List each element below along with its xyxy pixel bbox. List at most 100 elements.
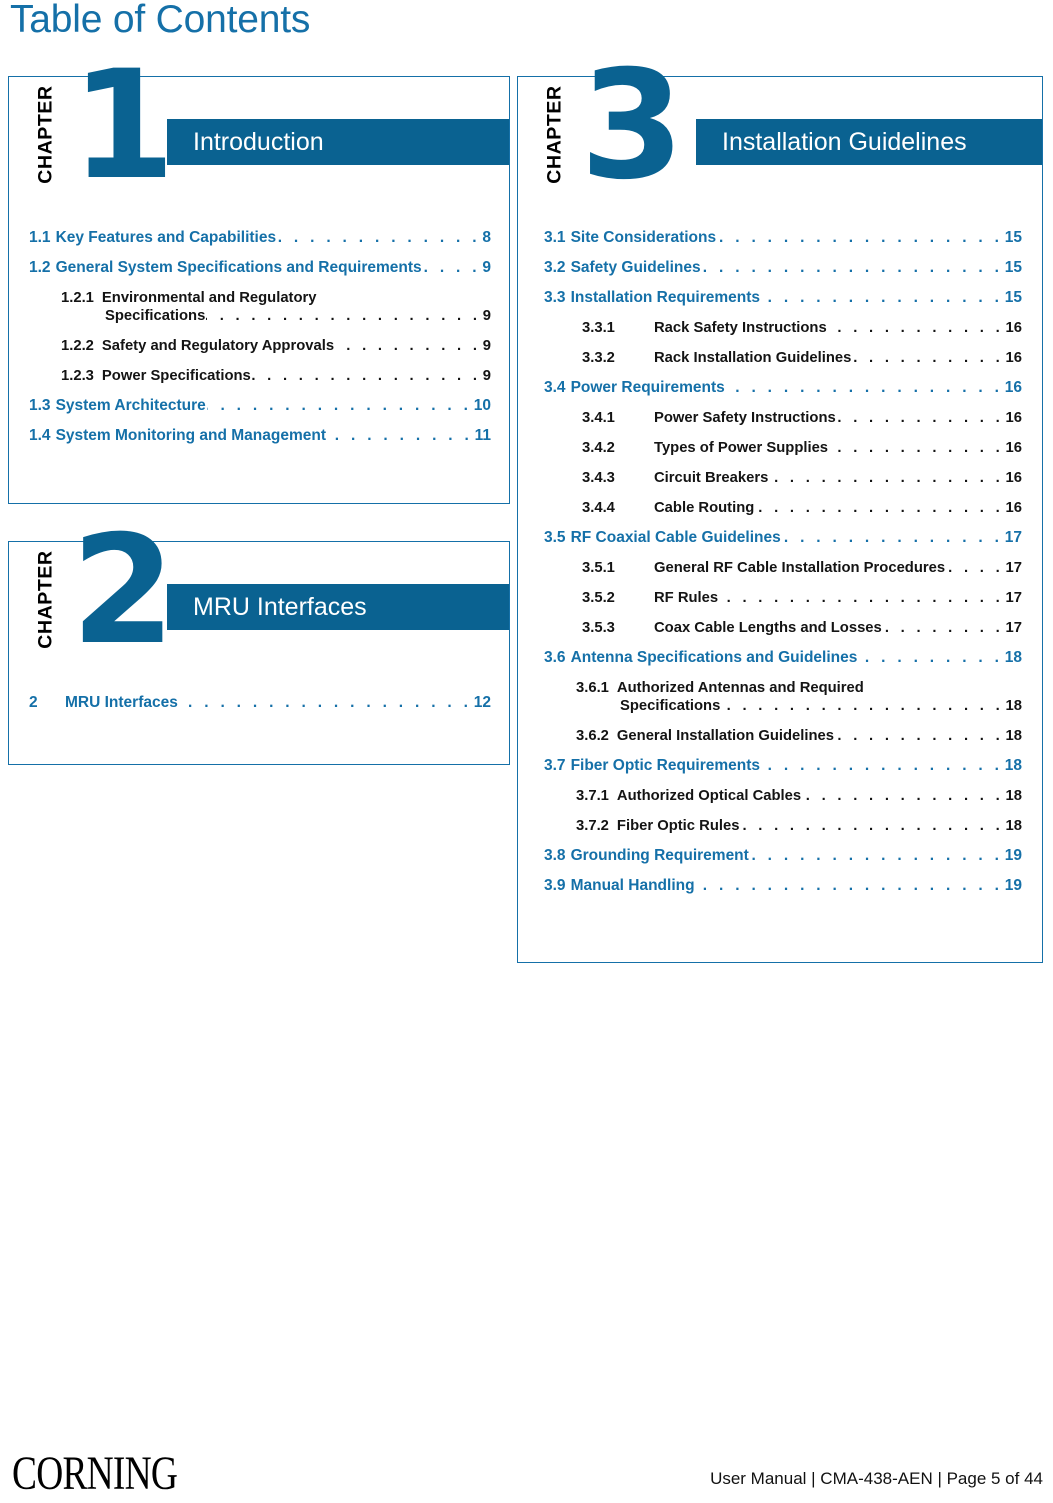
toc-entry-page: 11 [474, 427, 491, 444]
toc-dot-leader [206, 307, 480, 325]
toc-dot-leader [782, 529, 1003, 547]
footer-meta: User Manual | CMA-438-AEN | Page 5 of 44 [710, 1469, 1043, 1488]
toc-entry[interactable]: 3.3.2 Rack Installation Guidelines 16 [544, 349, 1022, 367]
toc-entry-page: 18 [1004, 649, 1022, 666]
toc-entry[interactable]: 3.9Manual Handling 19 [544, 877, 1022, 895]
toc-entry-page: 10 [473, 397, 491, 414]
toc-entry-page: 15 [1004, 289, 1022, 306]
toc-entry-title: Authorized Antennas and Required [616, 680, 864, 696]
page-title: Table of Contents [10, 0, 311, 41]
toc-entry-title: Environmental and Regulatory [101, 290, 317, 306]
toc-entry-number: 3.5.3 [582, 620, 615, 636]
toc-entry-number: 1.2.3 [61, 368, 94, 384]
toc-list-chapter-1: 1.1Key Features and Capabilities 8 1.2Gene… [9, 229, 509, 457]
toc-entry-title: MRU Interfaces [65, 694, 178, 711]
toc-entry[interactable]: 3.5RF Coaxial Cable Guidelines 17 [544, 529, 1022, 547]
toc-dot-leader [726, 379, 1003, 397]
toc-entry-number: 3.9 [544, 877, 566, 894]
toc-entry[interactable]: 3.3Installation Requirements 15 [544, 289, 1022, 307]
toc-entry[interactable]: 3.4Power Requirements 16 [544, 379, 1022, 397]
chapter-label-3: CHAPTER [543, 85, 566, 184]
toc-entry[interactable]: 1.2 General System Specifications and Req… [29, 259, 491, 277]
toc-entry-number: 3.4.1 [582, 410, 615, 426]
toc-dot-leader [702, 259, 1003, 277]
toc-entry-number: 3.1 [544, 229, 566, 246]
toc-entry-number: 1.2 [29, 259, 51, 276]
toc-entry-number: 3.3 [544, 289, 566, 306]
toc-entry[interactable]: 1.2.2 Safety and Regulatory Approvals 9 [29, 337, 491, 355]
toc-entry-number: 3.8 [544, 847, 566, 864]
toc-entry[interactable]: 3.7Fiber Optic Requirements 18 [544, 757, 1022, 775]
chapter-header-2: CHAPTER 2 MRU Interfaces [9, 516, 509, 688]
toc-entry-title: Rack Installation Guidelines [654, 350, 852, 366]
toc-entry-title: Authorized Optical Cables [616, 788, 802, 804]
toc-dot-leader [769, 469, 1003, 487]
toc-entry[interactable]: 3.3.1 Rack Safety Instructions 16 [544, 319, 1022, 337]
toc-dot-leader [837, 409, 1004, 427]
toc-entry-title: System Architecture [55, 397, 206, 414]
toc-entry-title: RF Coaxial Cable Guidelines [570, 529, 781, 546]
toc-entry[interactable]: 1.2.1 Environmental and Regulatory Specifi… [29, 289, 491, 325]
toc-entry-page: 18 [1004, 757, 1022, 774]
chapter-title-banner-1: Introduction [167, 119, 509, 165]
toc-entry-page: 12 [473, 694, 491, 711]
toc-entry[interactable]: 3.1Site Considerations 15 [544, 229, 1022, 247]
chapter-label-1: CHAPTER [34, 85, 57, 184]
toc-entry[interactable]: 3.7.1 Authorized Optical Cables 18 [544, 787, 1022, 805]
toc-entry-title: Fiber Optic Rules [616, 818, 740, 834]
toc-entry[interactable]: 3.5.1 General RF Cable Installation Proce… [544, 559, 1022, 577]
toc-entry-title: Circuit Breakers [654, 470, 769, 486]
chapter-title-banner-2: MRU Interfaces [167, 584, 509, 630]
toc-entry-page: 19 [1004, 847, 1022, 864]
toc-entry-number: 1.2.1 [61, 290, 94, 306]
toc-entry[interactable]: 3.6.1 Authorized Antennas and Required Spe… [544, 679, 1022, 715]
toc-entry-title: Power Specifications [101, 368, 251, 384]
toc-entry-line: 1.2.1 Environmental and Regulatory [61, 289, 491, 307]
toc-entry[interactable]: 3.5.3 Coax Cable Lengths and Losses 17 [544, 619, 1022, 637]
toc-entry-page: 15 [1004, 229, 1022, 246]
toc-entry-page: 17 [1005, 620, 1022, 636]
toc-entry[interactable]: 1.1Key Features and Capabilities 8 [29, 229, 491, 247]
toc-entry[interactable]: 3.5.2 RF Rules 17 [544, 589, 1022, 607]
toc-entry-page: 17 [1005, 590, 1022, 606]
toc-entry-page: 16 [1005, 320, 1022, 336]
toc-entry-title: System Monitoring and Management [55, 427, 326, 444]
toc-dot-leader [828, 319, 1004, 337]
toc-entry[interactable]: 3.2Safety Guidelines 15 [544, 259, 1022, 277]
toc-entry-number: 3.4 [544, 379, 566, 396]
toc-entry[interactable]: 1.2.3 Power Specifications 9 [29, 367, 491, 385]
toc-entry-number: 1.4 [29, 427, 51, 444]
toc-entry-page: 19 [1004, 877, 1022, 894]
toc-entry-page: 18 [1005, 788, 1022, 804]
toc-entry-line: Specifications 9 [61, 307, 491, 325]
toc-entry[interactable]: 1.3System Architecture 10 [29, 397, 491, 415]
toc-dot-leader [750, 847, 1003, 865]
chapter-title-banner-3: Installation Guidelines [696, 119, 1042, 165]
toc-entry-number: 3.4.2 [582, 440, 615, 456]
toc-entry-number: 3.2 [544, 259, 566, 276]
chapter-box-1: CHAPTER 1 Introduction 1.1 Key Features a… [8, 51, 510, 504]
toc-entry[interactable]: 3.4.4 Cable Routing 16 [544, 499, 1022, 517]
toc-entry[interactable]: 3.4.2 Types of Power Supplies 16 [544, 439, 1022, 457]
toc-dot-leader [852, 349, 1003, 367]
toc-entry-page: 16 [1004, 379, 1022, 396]
toc-dot-leader [252, 367, 481, 385]
toc-entry-number: 3.7 [544, 757, 566, 774]
toc-entry[interactable]: 3.7.2 Fiber Optic Rules 18 [544, 817, 1022, 835]
toc-entry[interactable]: 3.4.3 Circuit Breakers 16 [544, 469, 1022, 487]
toc-entry[interactable]: 3.6 Antenna Specifications and Guidelines… [544, 649, 1022, 667]
toc-dot-leader [721, 697, 1003, 715]
toc-entry-number: 3.7.2 [576, 818, 609, 834]
toc-entry-page: 9 [482, 308, 491, 324]
toc-dot-leader [696, 877, 1003, 895]
toc-entry-line: Specifications 18 [576, 697, 1022, 715]
toc-entry[interactable]: 3.6.2 General Installation Guidelines 18 [544, 727, 1022, 745]
toc-entry-title: Fiber Optic Requirements [570, 757, 761, 774]
toc-entry[interactable]: 1.4System Monitoring and Management 11 [29, 427, 491, 445]
toc-entry[interactable]: 2 MRU Interfaces 12 [29, 694, 491, 712]
toc-entry-number: 1.1 [29, 229, 51, 246]
toc-entry[interactable]: 3.4.1 Power Safety Instructions 16 [544, 409, 1022, 427]
toc-list-chapter-3: 3.1Site Considerations15 3.2Safety Guidel… [518, 229, 1042, 907]
toc-entry[interactable]: 3.8Grounding Requirement 19 [544, 847, 1022, 865]
toc-entry-number: 2 [29, 694, 38, 711]
